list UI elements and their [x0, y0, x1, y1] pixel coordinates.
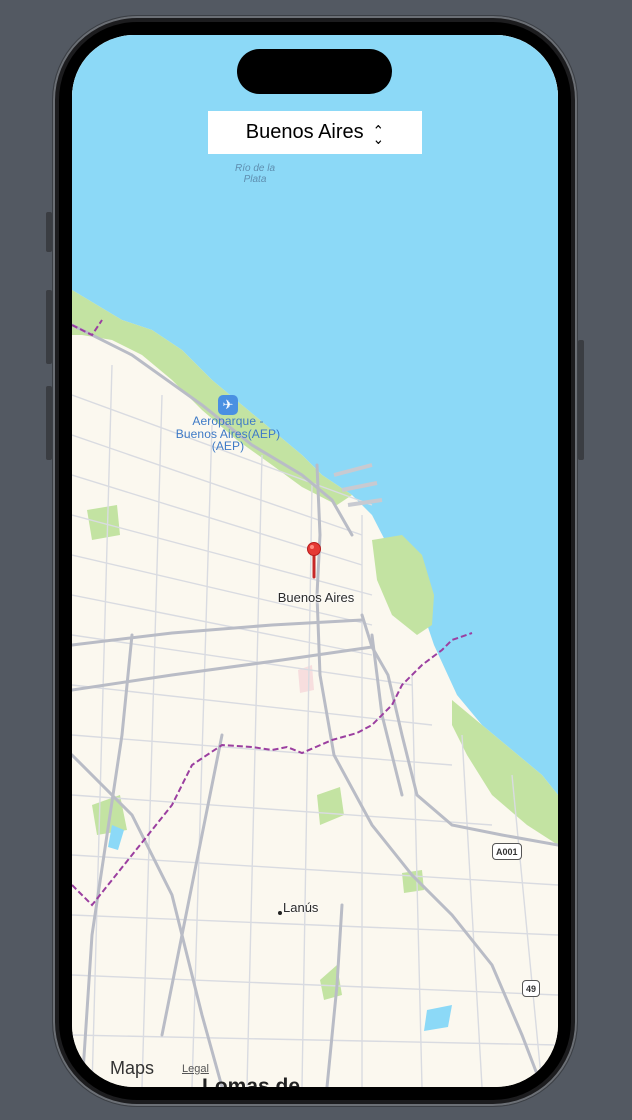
- maps-logo: Maps: [108, 1058, 154, 1079]
- location-picker[interactable]: Buenos Aires ⌃ ⌃: [208, 111, 422, 154]
- chevron-up-down-icon: ⌃ ⌃: [372, 122, 384, 146]
- route-shield-49: 49: [522, 980, 541, 997]
- map-screen[interactable]: Buenos Aires ⌃ ⌃ Río de la Plata ✈ Aeropa…: [72, 35, 558, 1087]
- lanus-dot: [278, 911, 282, 915]
- map-canvas[interactable]: [72, 35, 558, 1087]
- park-d: [402, 870, 424, 893]
- partial-place-label: Lomas de: [202, 1075, 301, 1087]
- power-button: [578, 340, 584, 460]
- water-label: Río de la Plata: [234, 163, 276, 185]
- pin-label[interactable]: Buenos Aires: [266, 590, 366, 605]
- park-a: [87, 505, 120, 540]
- legal-link[interactable]: Legal: [182, 1063, 209, 1075]
- dynamic-island: [237, 49, 392, 94]
- volume-down-button: [46, 386, 52, 460]
- maps-logo-text: Maps: [110, 1058, 155, 1078]
- route-shield-a001: A001: [492, 843, 522, 860]
- action-button: [46, 212, 52, 252]
- picker-label: Buenos Aires: [245, 121, 364, 143]
- lanus-label[interactable]: Lanús: [283, 900, 318, 915]
- volume-up-button: [46, 290, 52, 364]
- airport-label[interactable]: Aeroparque - Buenos Aires(AEP) (AEP): [172, 415, 284, 453]
- airplane-icon[interactable]: ✈: [218, 395, 238, 415]
